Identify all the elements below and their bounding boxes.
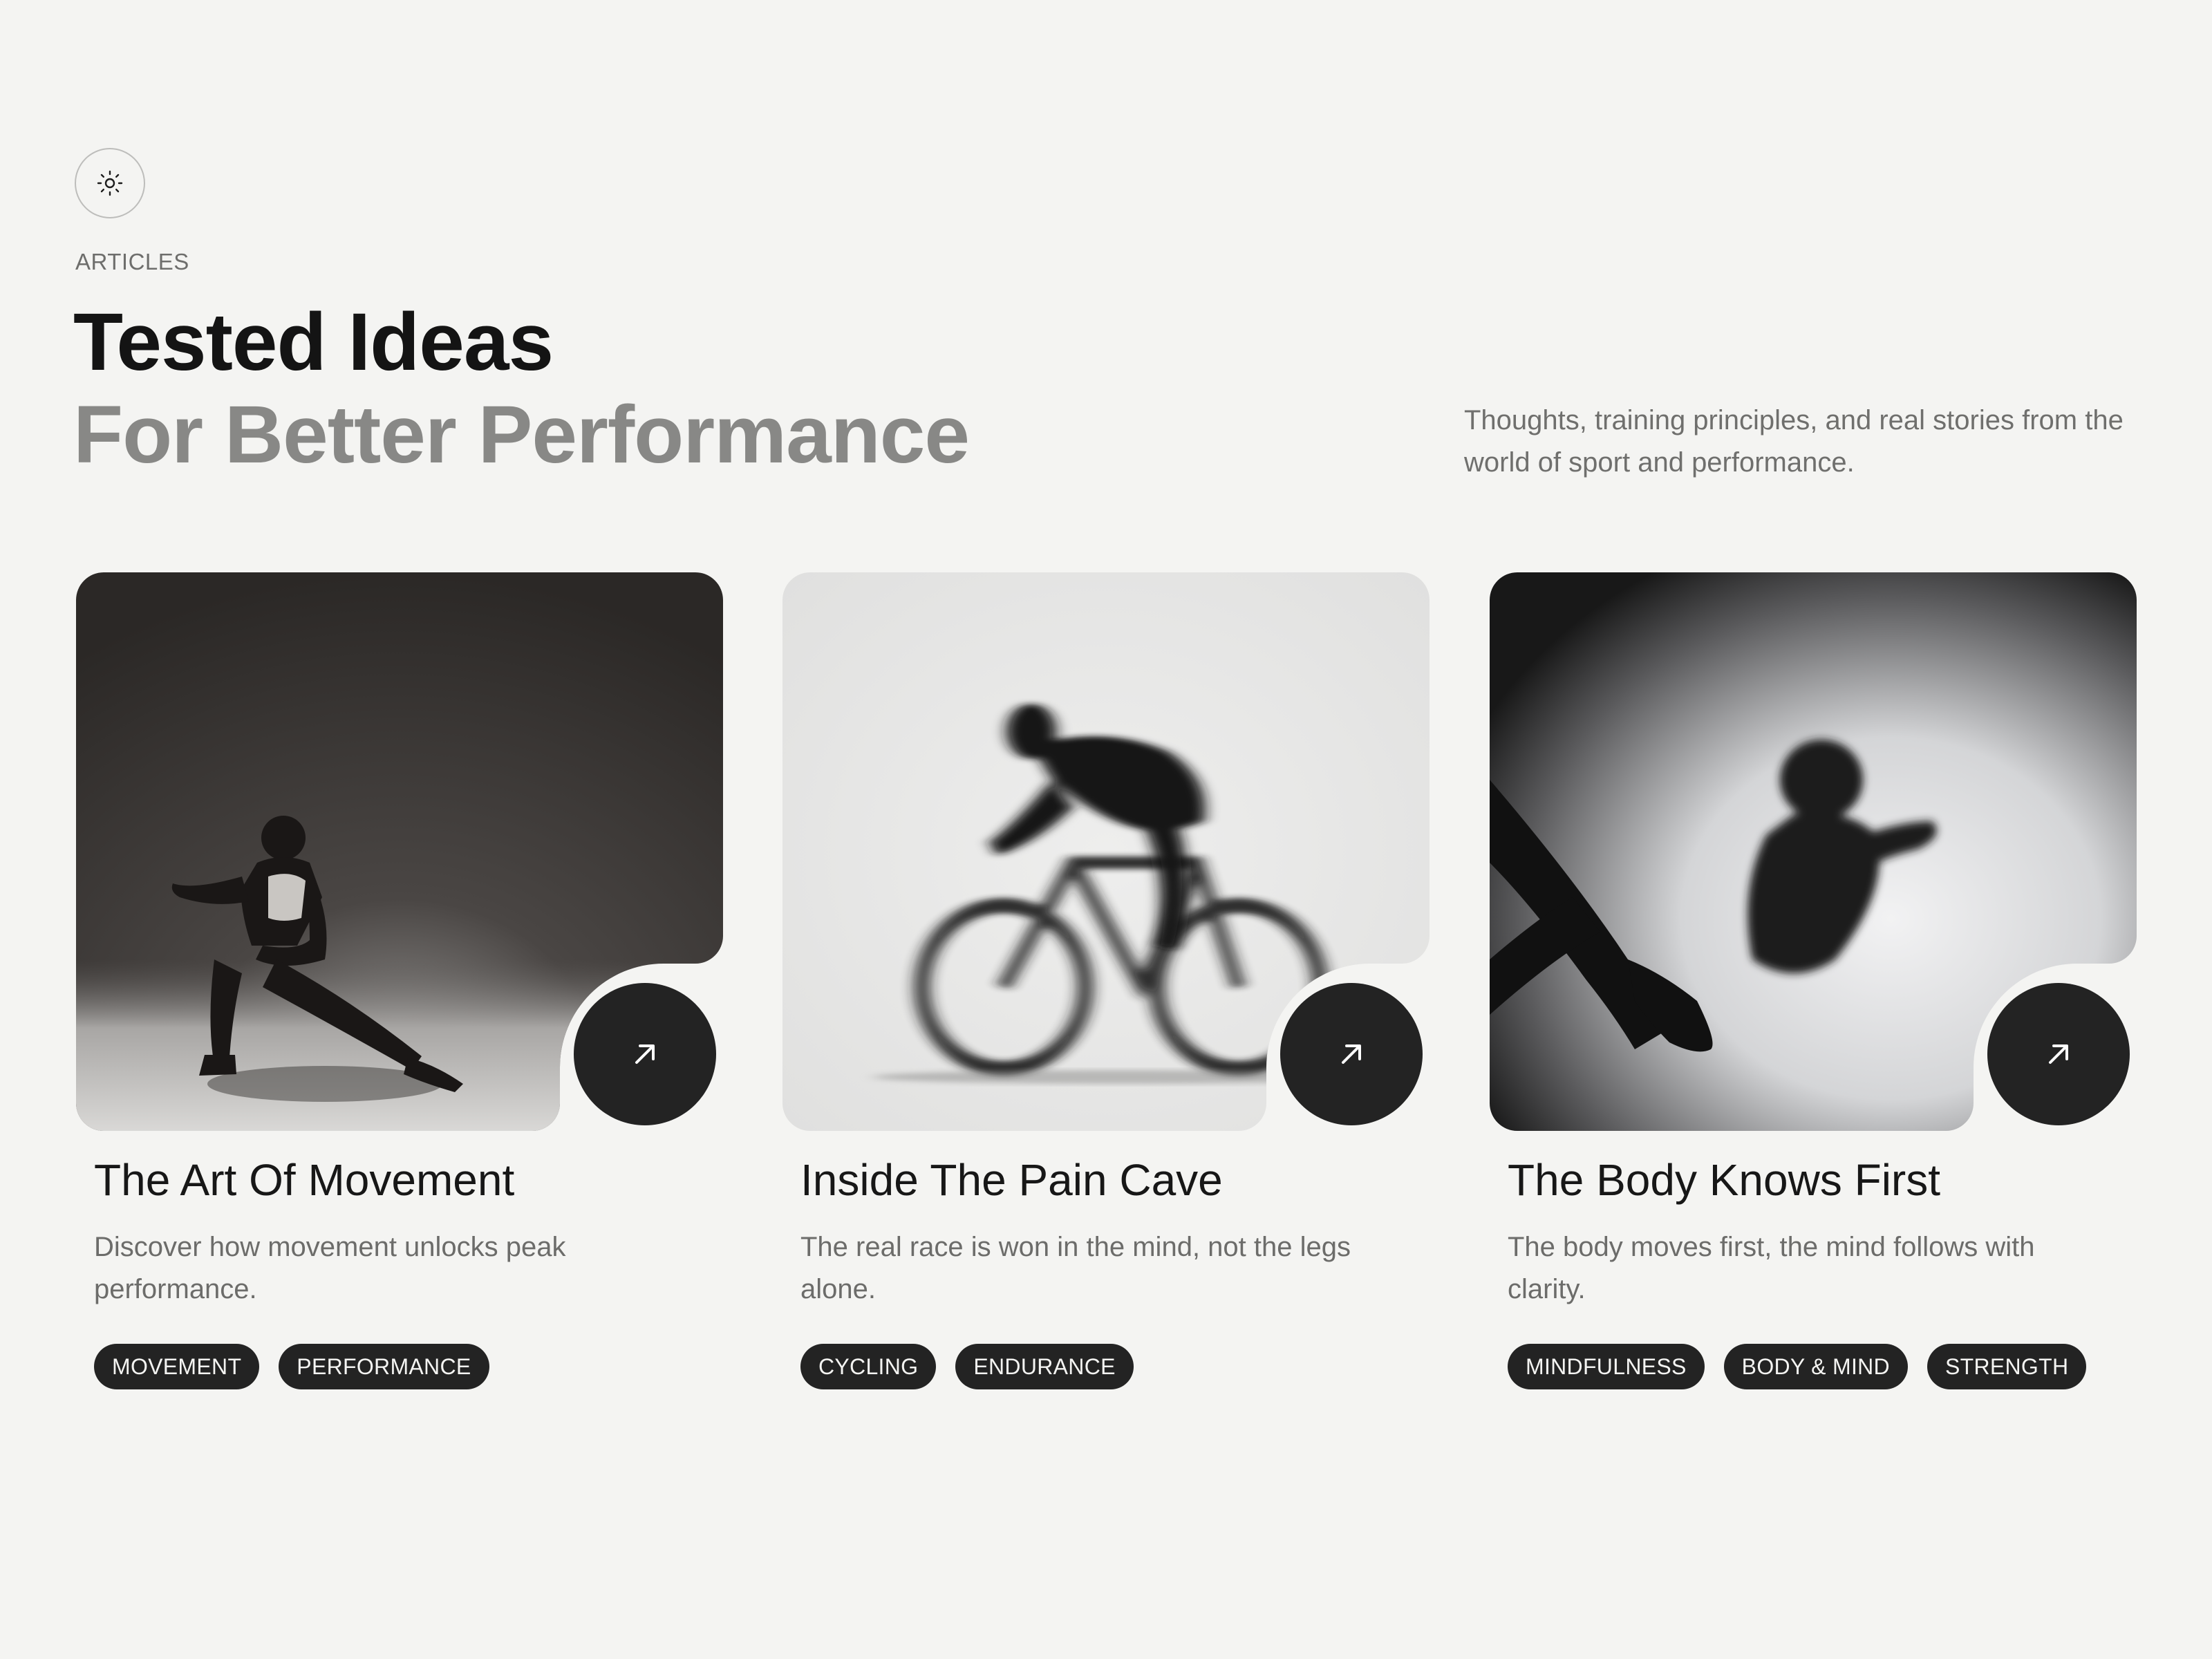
arrow-up-right-icon — [635, 1044, 655, 1064]
article-tags: MINDFULNESS BODY & MIND STRENGTH — [1508, 1344, 2087, 1389]
article-description: The real race is won in the mind, not th… — [800, 1232, 1351, 1304]
articles-page: ARTICLES Tested Ideas For Better Perform… — [0, 0, 2212, 1659]
article-title[interactable]: The Art Of Movement — [94, 1154, 514, 1206]
article-description: Discover how movement unlocks peak perfo… — [94, 1232, 566, 1304]
article-tags: MOVEMENT PERFORMANCE — [94, 1344, 489, 1389]
tag-chip[interactable]: PERFORMANCE — [279, 1344, 489, 1389]
section-eyebrow: ARTICLES — [75, 249, 189, 274]
article-card[interactable]: The Body Knows First The body moves firs… — [1490, 572, 2137, 1402]
tag-chip[interactable]: BODY & MIND — [1723, 1344, 1908, 1389]
article-card[interactable]: The Art Of Movement Discover how movemen… — [76, 572, 723, 1402]
article-title[interactable]: Inside The Pain Cave — [800, 1154, 1223, 1206]
tag-chip[interactable]: STRENGTH — [1927, 1344, 2087, 1389]
article-image-frame — [76, 572, 723, 1131]
arrow-up-right-icon — [1342, 1044, 1361, 1064]
sun-icon-badge[interactable] — [75, 148, 145, 218]
open-article-button[interactable] — [1280, 983, 1423, 1125]
page-subtitle: For Better Performance — [73, 389, 970, 480]
tag-chip[interactable]: MOVEMENT — [94, 1344, 260, 1389]
sun-icon — [97, 170, 123, 196]
section-intro: Thoughts, training principles, and real … — [1464, 405, 2124, 478]
page-title: Tested Ideas — [73, 297, 554, 388]
article-title[interactable]: The Body Knows First — [1508, 1154, 1940, 1206]
tag-chip[interactable]: ENDURANCE — [955, 1344, 1134, 1389]
article-card[interactable]: Inside The Pain Cave The real race is wo… — [782, 572, 1430, 1402]
article-image-frame — [782, 572, 1430, 1131]
arrow-up-right-icon — [2049, 1044, 2068, 1064]
open-article-button[interactable] — [1987, 983, 2130, 1125]
article-description: The body moves first, the mind follows w… — [1508, 1232, 2035, 1304]
article-image-frame — [1490, 572, 2137, 1131]
article-tags: CYCLING ENDURANCE — [800, 1344, 1134, 1389]
open-article-button[interactable] — [574, 983, 716, 1125]
tag-chip[interactable]: CYCLING — [800, 1344, 937, 1389]
tag-chip[interactable]: MINDFULNESS — [1508, 1344, 1705, 1389]
